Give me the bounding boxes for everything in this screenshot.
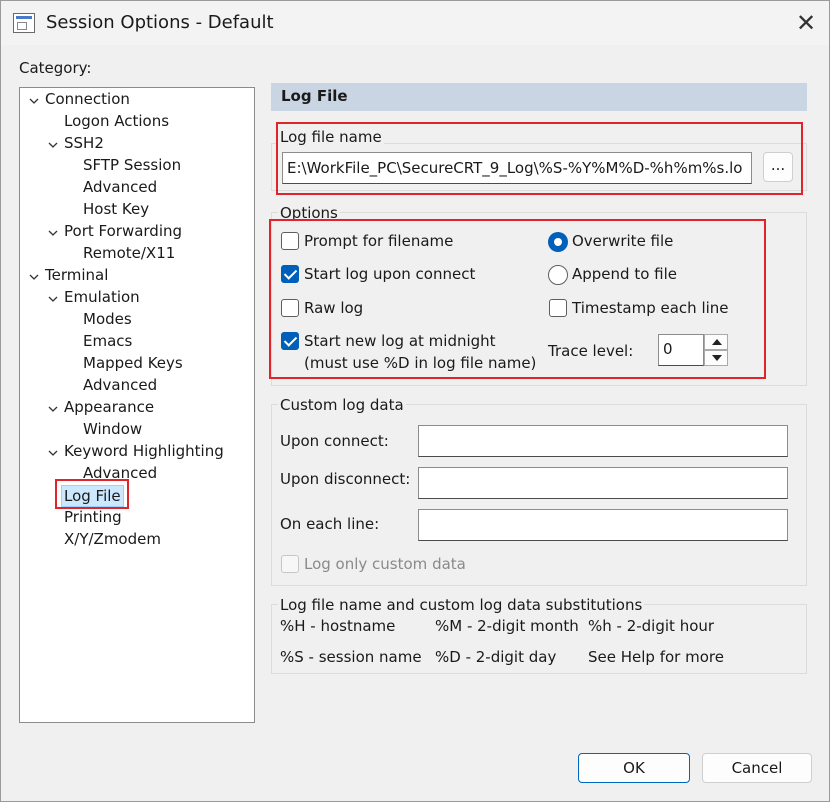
session-options-dialog: Session Options - Default ✕ Category: Co…: [0, 0, 830, 802]
category-label: Category:: [19, 59, 92, 77]
subst-hour: %h - 2-digit hour: [588, 617, 715, 635]
upon-connect-input[interactable]: [418, 425, 788, 457]
tree-item-printing[interactable]: Printing: [64, 507, 122, 527]
subst-month: %M - 2-digit month: [435, 617, 579, 635]
expand-chevron-icon[interactable]: [47, 139, 59, 151]
expand-chevron-icon[interactable]: [28, 271, 40, 283]
cancel-button[interactable]: Cancel: [702, 753, 812, 783]
window-title: Session Options - Default: [46, 12, 274, 33]
tree-item-connection[interactable]: Connection: [45, 89, 130, 109]
tree-item-remote-x11[interactable]: Remote/X11: [83, 243, 175, 263]
tree-item-emulation[interactable]: Emulation: [64, 287, 140, 307]
expand-chevron-icon[interactable]: [47, 293, 59, 305]
log-only-custom-data-label: Log only custom data: [304, 555, 466, 573]
tree-item-terminal[interactable]: Terminal: [45, 265, 108, 285]
tree-item-emacs[interactable]: Emacs: [83, 331, 132, 351]
on-each-line-label: On each line:: [280, 515, 380, 533]
tree-item-ssh2[interactable]: SSH2: [64, 133, 104, 153]
tree-item-ssh2-advanced[interactable]: Advanced: [83, 177, 157, 197]
tree-item-mapped-keys[interactable]: Mapped Keys: [83, 353, 183, 373]
tree-item-port-forwarding[interactable]: Port Forwarding: [64, 221, 182, 241]
tree-item-host-key[interactable]: Host Key: [83, 199, 149, 219]
title-bar: Session Options - Default ✕: [1, 1, 829, 45]
tree-item-xyzmodem[interactable]: X/Y/Zmodem: [64, 529, 161, 549]
tree-item-logon-actions[interactable]: Logon Actions: [64, 111, 169, 131]
substitutions-label: Log file name and custom log data substi…: [278, 596, 645, 614]
subst-day: %D - 2-digit day: [435, 648, 557, 666]
category-tree[interactable]: Connection Logon Actions SSH2 SFTP Sessi…: [19, 87, 255, 723]
tree-item-window[interactable]: Window: [83, 419, 142, 439]
section-title: Log File: [281, 87, 348, 105]
expand-chevron-icon[interactable]: [28, 95, 40, 107]
tree-item-keyword-highlighting[interactable]: Keyword Highlighting: [64, 441, 224, 461]
ok-button[interactable]: OK: [578, 753, 690, 783]
section-header: Log File: [271, 83, 807, 111]
upon-disconnect-input[interactable]: [418, 467, 788, 499]
close-icon[interactable]: ✕: [789, 7, 823, 39]
on-each-line-input[interactable]: [418, 509, 788, 541]
highlight-box-log-file-name: [276, 122, 803, 195]
custom-log-data-label: Custom log data: [278, 396, 406, 414]
expand-chevron-icon[interactable]: [47, 447, 59, 459]
tree-item-modes[interactable]: Modes: [83, 309, 132, 329]
subst-hostname: %H - hostname: [280, 617, 396, 635]
expand-chevron-icon[interactable]: [47, 403, 59, 415]
highlight-box-log-file: [55, 479, 129, 509]
app-icon: [13, 13, 35, 33]
subst-help-note: See Help for more: [588, 648, 724, 666]
tree-item-appearance[interactable]: Appearance: [64, 397, 154, 417]
subst-session-name: %S - session name: [280, 648, 422, 666]
expand-chevron-icon[interactable]: [47, 227, 59, 239]
upon-disconnect-label: Upon disconnect:: [280, 470, 411, 488]
tree-item-emulation-advanced[interactable]: Advanced: [83, 375, 157, 395]
highlight-box-options: [269, 219, 766, 379]
log-only-custom-data-checkbox[interactable]: [281, 555, 299, 573]
upon-connect-label: Upon connect:: [280, 432, 389, 450]
tree-item-sftp-session[interactable]: SFTP Session: [83, 155, 181, 175]
